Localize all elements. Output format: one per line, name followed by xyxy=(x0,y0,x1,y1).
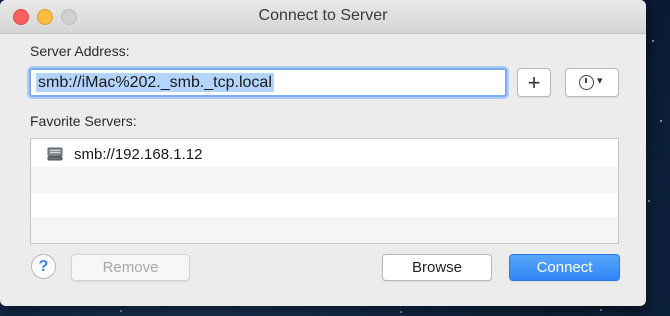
server-address-input[interactable]: smb://iMac%202._smb._tcp.local xyxy=(29,68,507,97)
empty-row xyxy=(31,167,618,193)
add-favorite-button[interactable]: + xyxy=(517,68,551,97)
favorite-servers-label: Favorite Servers: xyxy=(30,113,137,129)
connect-to-server-window: Connect to Server Server Address: smb://… xyxy=(0,0,646,306)
list-item[interactable]: smb://192.168.1.12 xyxy=(31,141,618,167)
server-address-label: Server Address: xyxy=(30,43,130,59)
server-drive-icon xyxy=(47,147,63,161)
favorite-servers-list[interactable]: smb://192.168.1.12 xyxy=(30,138,619,244)
window-title: Connect to Server xyxy=(258,7,388,24)
background-star xyxy=(120,310,122,312)
server-address-value: smb://iMac%202._smb._tcp.local xyxy=(36,73,274,92)
clock-icon xyxy=(579,75,594,90)
recent-servers-button[interactable]: ▾ xyxy=(565,68,619,97)
connect-button[interactable]: Connect xyxy=(509,254,620,281)
background-star xyxy=(600,309,602,311)
background-star xyxy=(648,200,650,202)
background-star xyxy=(652,40,654,42)
empty-row xyxy=(31,193,618,219)
help-button[interactable]: ? xyxy=(31,254,56,279)
title-bar[interactable]: Connect to Server xyxy=(0,0,646,34)
chevron-down-icon: ▾ xyxy=(597,75,603,87)
browse-button[interactable]: Browse xyxy=(382,254,492,281)
background-star xyxy=(400,311,402,313)
remove-button[interactable]: Remove xyxy=(71,254,190,281)
background-star xyxy=(660,120,662,122)
favorite-server-address: smb://192.168.1.12 xyxy=(74,146,203,163)
empty-row xyxy=(31,217,618,243)
